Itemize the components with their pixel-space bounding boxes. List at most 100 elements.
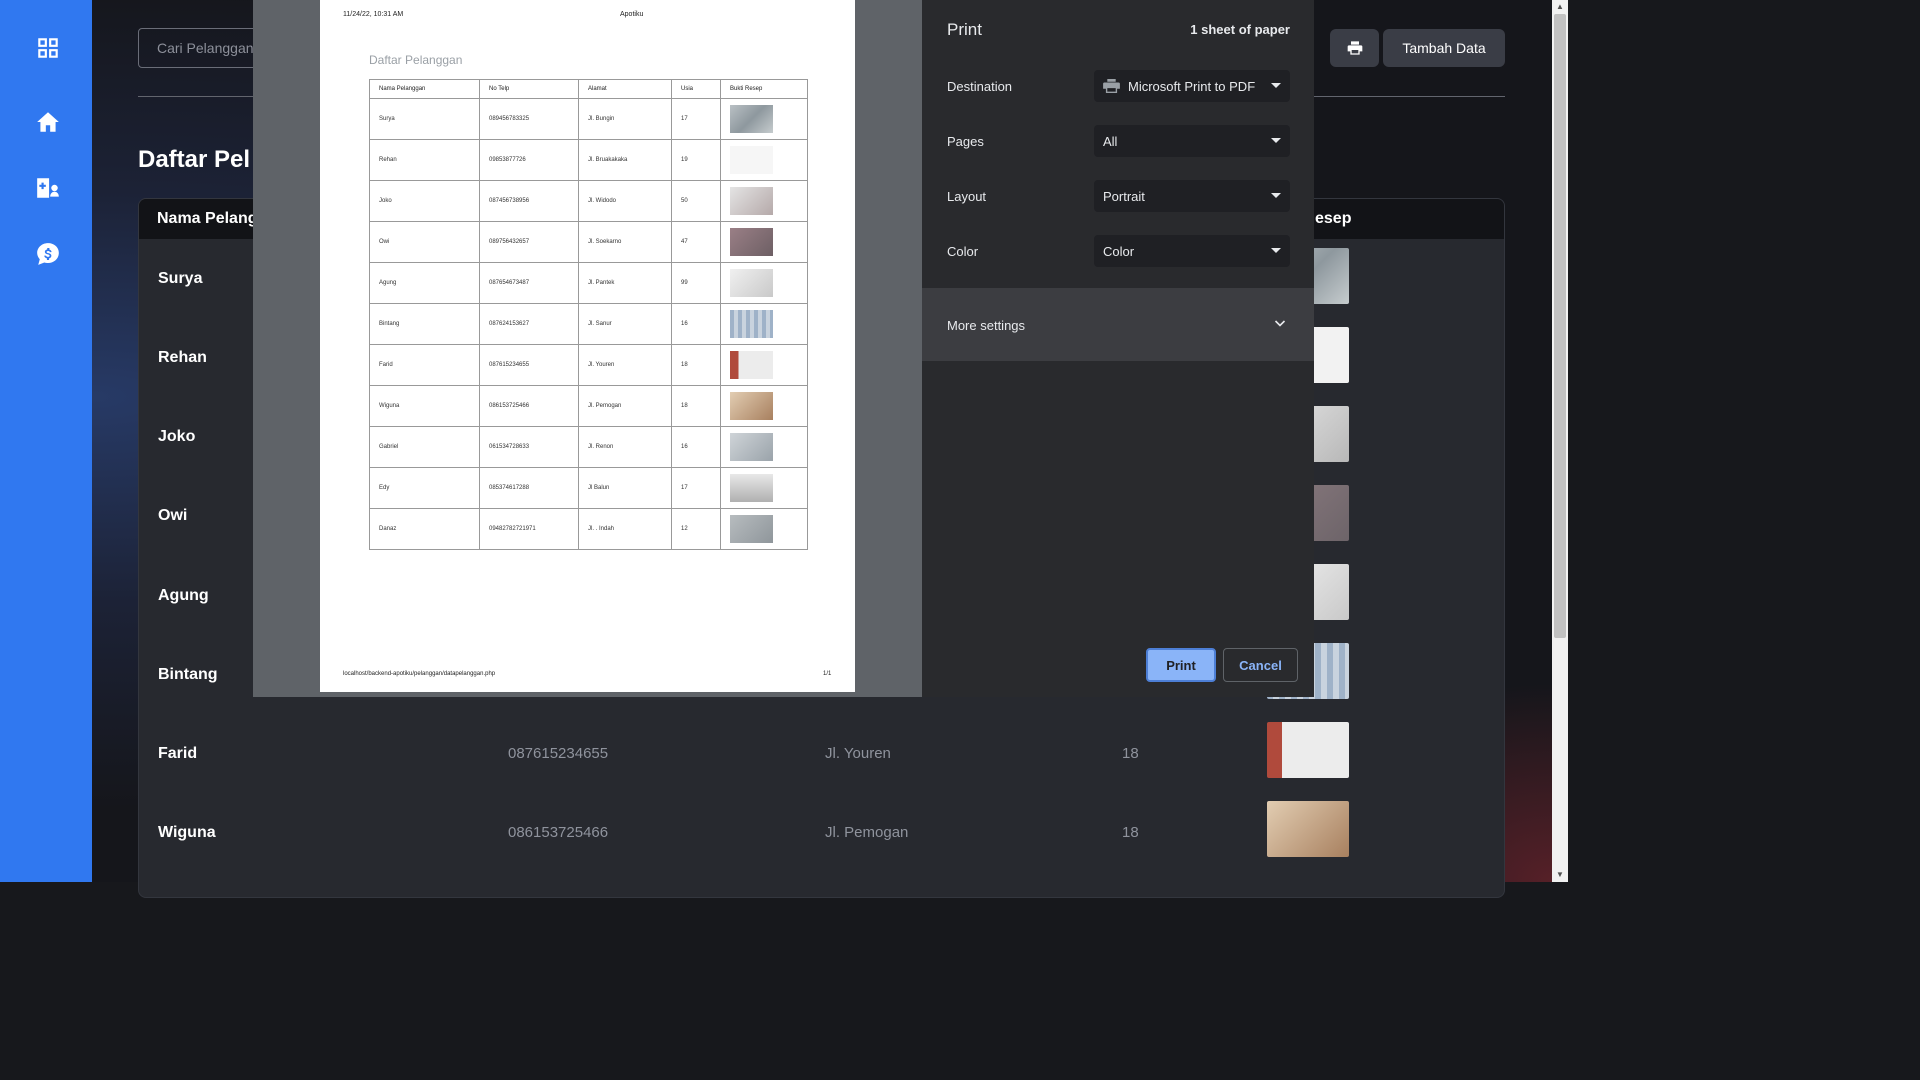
layout-select[interactable]: Portrait (1094, 180, 1290, 212)
print-confirm-button[interactable]: Print (1146, 648, 1216, 682)
sheet-count: 1 sheet of paper (1190, 22, 1290, 37)
table-row-phone: 086153725466 (508, 824, 609, 841)
preview-cell-phone: 087456738956 (479, 180, 579, 222)
color-value: Color (1103, 244, 1135, 259)
layout-value: Portrait (1103, 189, 1145, 204)
destination-label: Destination (947, 79, 1013, 94)
preview-cell-phone: 061534728633 (479, 426, 579, 468)
preview-receipt-thumbnail (730, 515, 773, 543)
preview-cell-name: Rehan (369, 139, 480, 181)
preview-cell-age: 18 (671, 385, 721, 427)
receipt-thumbnail[interactable] (1267, 722, 1349, 778)
color-select[interactable]: Color (1094, 235, 1290, 267)
preview-cell-age: 47 (671, 221, 721, 263)
preview-cell-name: Farid (369, 344, 480, 386)
preview-receipt-thumbnail (730, 187, 773, 215)
preview-cell-address: Jl. Bruakakaka (578, 139, 672, 181)
preview-cell-receipt (720, 262, 808, 304)
page-title: Daftar Pel (138, 146, 251, 173)
table-row-name: Rehan (158, 349, 207, 366)
table-row-name: Joko (158, 428, 196, 445)
preview-cell-name: Danaz (369, 508, 480, 550)
preview-cell-age: 16 (671, 303, 721, 345)
preview-cell-receipt (720, 221, 808, 263)
table-row-age: 18 (1122, 824, 1139, 841)
preview-cell-name: Bintang (369, 303, 480, 345)
chevron-down-icon (1274, 320, 1286, 327)
pages-label: Pages (947, 134, 984, 149)
preview-url: localhost/backend-apotiku/pelanggan/data… (343, 671, 496, 677)
preview-cell-address: Jl. Pantek (578, 262, 672, 304)
preview-table: Nama Pelanggan No Telp Alamat Usia Bukti… (369, 79, 808, 550)
preview-receipt-thumbnail (730, 269, 773, 297)
table-row-name: Farid (158, 745, 198, 762)
preview-cell-phone: 086153725466 (479, 385, 579, 427)
preview-cell-phone: 087615234655 (479, 344, 579, 386)
preview-col-receipt: Bukti Resep (720, 79, 808, 99)
preview-cell-age: 99 (671, 262, 721, 304)
preview-cell-receipt (720, 426, 808, 468)
preview-cell-address: Jl. . Indah (578, 508, 672, 550)
preview-cell-address: Jl Balun (578, 467, 672, 509)
preview-cell-age: 18 (671, 344, 721, 386)
preview-cell-receipt (720, 98, 808, 140)
cancel-button[interactable]: Cancel (1223, 648, 1298, 682)
preview-col-address: Alamat (578, 79, 672, 99)
preview-cell-address: Jl. Widodo (578, 180, 672, 222)
preview-receipt-thumbnail (730, 392, 773, 420)
preview-table-row: Rehan 09853877726 Jl. Bruakakaka 19 (369, 139, 808, 181)
preview-table-row: Joko 087456738956 Jl. Widodo 50 (369, 180, 808, 222)
table-row-name: Owi (158, 507, 188, 524)
chevron-down-icon (1271, 248, 1281, 253)
preview-table-body: Surya 089456783325 Jl. Bungin 17 Rehan 098538… (369, 98, 808, 550)
chevron-down-icon (1271, 193, 1281, 198)
preview-cell-age: 19 (671, 139, 721, 181)
page-scrollbar[interactable]: ▲ ▼ (1552, 0, 1568, 882)
preview-receipt-thumbnail (730, 433, 773, 461)
home-icon[interactable] (34, 108, 62, 136)
preview-cell-address: Jl. Bungin (578, 98, 672, 140)
preview-cell-receipt (720, 344, 808, 386)
preview-title: Daftar Pelanggan (369, 53, 463, 67)
scroll-thumb[interactable] (1554, 14, 1566, 638)
receipt-thumbnail[interactable] (1267, 801, 1349, 857)
destination-select[interactable]: Microsoft Print to PDF (1094, 70, 1290, 102)
preview-cell-address: Jl. Soekarno (578, 221, 672, 263)
preview-col-phone: No Telp (479, 79, 579, 99)
preview-page-number: 1/1 (823, 671, 832, 677)
preview-cell-name: Agung (369, 262, 480, 304)
preview-receipt-thumbnail (730, 474, 773, 502)
preview-col-name: Nama Pelanggan (369, 79, 480, 99)
preview-cell-address: Jl. Pemogan (578, 385, 672, 427)
preview-table-row: Farid 087615234655 Jl. Youren 18 (369, 344, 808, 386)
preview-cell-age: 17 (671, 98, 721, 140)
pages-select[interactable]: All (1094, 125, 1290, 157)
more-settings-toggle[interactable]: More settings (922, 288, 1314, 361)
preview-table-row: Danaz 09482782721971 Jl. . Indah 12 (369, 508, 808, 550)
add-data-button[interactable]: Tambah Data (1383, 29, 1505, 67)
preview-cell-name: Gabriel (369, 426, 480, 468)
scroll-up-icon[interactable]: ▲ (1552, 0, 1568, 14)
dashboard-grid-icon[interactable] (34, 34, 62, 62)
chevron-down-icon (1271, 138, 1281, 143)
preview-table-row: Owi 089756432657 Jl. Soekarno 47 (369, 221, 808, 263)
pages-value: All (1103, 134, 1118, 149)
preview-cell-receipt (720, 385, 808, 427)
table-row-address: Jl. Pemogan (825, 824, 909, 841)
table-row-name: Wiguna (158, 824, 216, 841)
preview-cell-age: 16 (671, 426, 721, 468)
money-chat-icon[interactable] (34, 240, 62, 268)
preview-cell-phone: 09482782721971 (479, 508, 579, 550)
preview-table-row: Bintang 087624153627 Jl. Sanur 16 (369, 303, 808, 345)
print-dialog-title: Print (947, 20, 982, 39)
print-button[interactable] (1330, 29, 1379, 67)
header-name: Nama Pelang (157, 210, 258, 227)
hospital-user-icon[interactable] (34, 174, 62, 202)
preview-cell-address: Jl. Youren (578, 344, 672, 386)
scroll-down-icon[interactable]: ▼ (1552, 868, 1568, 882)
preview-receipt-thumbnail (730, 228, 773, 256)
preview-cell-phone: 087654673487 (479, 262, 579, 304)
preview-receipt-thumbnail (730, 105, 773, 133)
layout-label: Layout (947, 189, 987, 204)
preview-cell-name: Joko (369, 180, 480, 222)
